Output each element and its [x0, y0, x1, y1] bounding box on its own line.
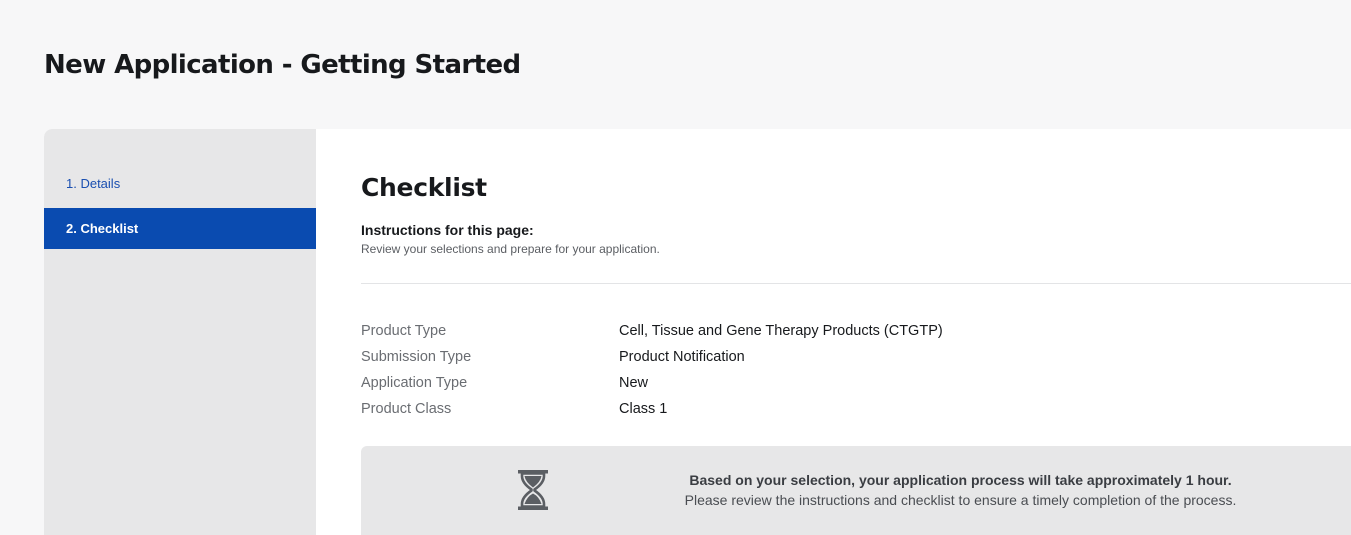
summary-label: Product Type: [361, 323, 447, 339]
summary-label: Submission Type: [361, 349, 472, 365]
summary-value: Class 1: [619, 401, 668, 417]
checklist-content: Checklist Instructions for this page: Re…: [316, 129, 1351, 535]
notice-subtext: Please review the instructions and check…: [684, 492, 1237, 508]
summary-value: New: [619, 375, 649, 391]
summary-row-application-type: Application Type New: [361, 373, 943, 399]
notice-headline: Based on your selection, your applicatio…: [689, 472, 1232, 488]
step-details[interactable]: 1. Details: [44, 163, 316, 204]
divider: [361, 283, 1351, 284]
page-title: New Application - Getting Started: [44, 50, 521, 80]
steps-sidebar: 1. Details 2. Checklist: [44, 129, 316, 535]
summary-row-product-class: Product Class Class 1: [361, 399, 943, 425]
instructions-text: Review your selections and prepare for y…: [361, 242, 660, 256]
summary-row-product-type: Product Type Cell, Tissue and Gene Therap…: [361, 321, 943, 347]
summary-label: Application Type: [361, 375, 468, 391]
instructions-title: Instructions for this page:: [361, 222, 534, 238]
time-estimate-notice: Based on your selection, your applicatio…: [361, 446, 1351, 535]
summary-row-submission-type: Submission Type Product Notification: [361, 347, 943, 373]
application-panel: 1. Details 2. Checklist Checklist Instru…: [44, 129, 1351, 535]
section-title: Checklist: [361, 173, 487, 202]
summary-value: Product Notification: [619, 349, 745, 365]
summary-label: Product Class: [361, 401, 452, 417]
summary-value: Cell, Tissue and Gene Therapy Products (…: [619, 323, 943, 339]
selection-summary: Product Type Cell, Tissue and Gene Therap…: [361, 321, 943, 425]
step-checklist[interactable]: 2. Checklist: [44, 208, 316, 249]
notice-text: Based on your selection, your applicatio…: [361, 470, 1351, 510]
